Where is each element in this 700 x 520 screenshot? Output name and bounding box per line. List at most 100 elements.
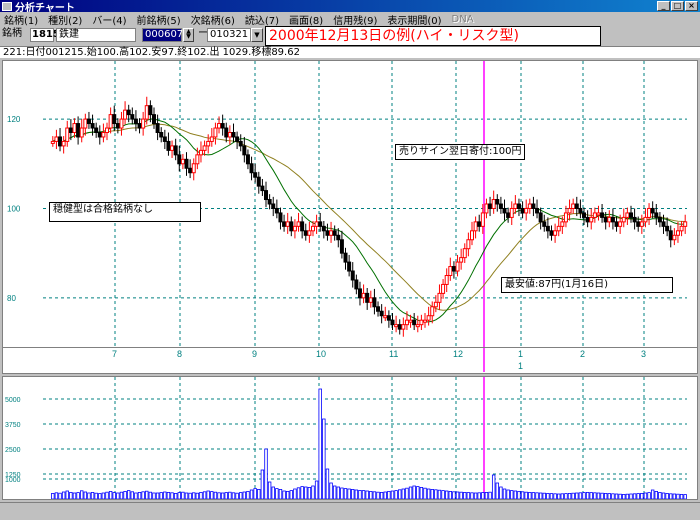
volume-chart-panel[interactable]: 5000 3750 2500 1250 1000 [2, 376, 698, 500]
volume-bar [524, 491, 528, 499]
menu-item-load[interactable]: 読込(7) [241, 12, 285, 27]
candle-body [227, 132, 232, 138]
volume-bar [304, 486, 308, 499]
candle-body [679, 225, 684, 232]
candle-body [477, 221, 482, 227]
candle-body [285, 221, 290, 227]
volume-bar [611, 493, 615, 499]
start-date-field[interactable]: 000607 [142, 28, 183, 42]
volume-bar [520, 491, 525, 499]
volume-bar [542, 492, 546, 499]
volume-bar [76, 492, 80, 499]
candle-body [86, 118, 91, 125]
volume-bar [184, 492, 189, 499]
volume-bar [459, 491, 463, 499]
volume-bar [390, 490, 395, 499]
candle-body [123, 109, 128, 120]
candle-body [112, 114, 117, 125]
volume-bar [163, 491, 167, 499]
candle-body [343, 252, 348, 263]
menu-item-stock[interactable]: 銘柄(1) [0, 12, 44, 27]
candle-body [249, 163, 254, 174]
candle-body [61, 140, 66, 147]
candle-body [217, 123, 222, 129]
volume-bar [210, 491, 214, 499]
volume-bar [560, 493, 565, 499]
volume-bar [170, 492, 174, 499]
chevron-down-icon[interactable]: ▼ [251, 28, 263, 42]
price-chart-panel[interactable]: 120 100 80 売りサイン翌日寄付:100円 穏健型は合格銘柄なし 最安値:8… [2, 60, 698, 348]
candle-body [231, 132, 236, 138]
volume-bar [488, 491, 492, 499]
volume-bar [90, 492, 95, 499]
candle-body [527, 203, 532, 209]
volume-bar [264, 448, 268, 499]
volume-bar [148, 491, 153, 499]
candle-body [516, 203, 521, 209]
volume-bar [235, 492, 239, 499]
candle-body [50, 140, 55, 144]
candle-body [665, 225, 670, 232]
volume-bar [220, 492, 225, 499]
volume-bar [54, 492, 59, 499]
volume-bar [101, 492, 106, 499]
volume-bar [275, 488, 279, 499]
candle-body [303, 230, 308, 236]
stock-name-field[interactable]: 鉄建 [56, 28, 136, 42]
end-date-field[interactable]: 010321 [207, 28, 251, 42]
candle-body [502, 207, 507, 214]
close-button[interactable]: × [685, 1, 698, 11]
candle-body [683, 221, 688, 227]
menu-item-display-period[interactable]: 表示期間(0) [383, 12, 447, 27]
volume-bar [65, 490, 69, 499]
volume-bar [394, 490, 398, 499]
price-tick-label: 80 [7, 294, 16, 303]
menu-item-prev-stock[interactable]: 前銘柄(5) [133, 12, 187, 27]
maximize-button[interactable]: □ [671, 1, 684, 11]
menu-item-screen[interactable]: 画面(8) [285, 12, 329, 27]
menu-item-next-stock[interactable]: 次銘柄(6) [187, 12, 241, 27]
candle-body [365, 292, 370, 303]
volume-bar [643, 492, 648, 499]
candle-body [195, 154, 200, 165]
candle-body [137, 123, 142, 129]
volume-bar [61, 491, 66, 499]
candle-body [166, 140, 171, 151]
volume-bar [582, 492, 586, 499]
volume-chart: 50003750250012501000 [5, 377, 687, 499]
candle-body [336, 234, 341, 241]
minimize-button[interactable]: _ [657, 1, 670, 11]
candle-body [184, 158, 189, 169]
menu-item-bar[interactable]: バー(4) [88, 12, 132, 27]
candle-body [643, 216, 648, 223]
stock-code-field[interactable]: 1815 [30, 28, 60, 42]
volume-bar [408, 486, 413, 499]
candle-body [433, 301, 438, 308]
candle-body [480, 212, 485, 227]
volume-bar [80, 490, 84, 499]
volume-bar [683, 494, 687, 499]
candle-body [329, 230, 334, 236]
date-spinner[interactable]: ▲ ▼ [183, 28, 194, 42]
candle-body [65, 127, 70, 142]
volume-bar [267, 481, 272, 499]
candle-body [628, 212, 633, 218]
volume-bar [589, 492, 593, 499]
candle-body [542, 221, 547, 227]
volume-bar [231, 492, 236, 499]
horizontal-scrollbar[interactable] [0, 502, 700, 520]
volume-bar [300, 486, 304, 499]
candle-body [173, 145, 178, 156]
candle-body [668, 230, 673, 241]
volume-bar [441, 490, 445, 499]
volume-bar [278, 489, 283, 499]
volume-bar [531, 492, 536, 499]
candle-body [639, 221, 644, 227]
candle-body [556, 225, 561, 232]
candle-body [180, 158, 185, 165]
volume-bar [347, 488, 351, 499]
menu-item-type[interactable]: 種別(2) [44, 12, 88, 27]
menu-item-margin[interactable]: 信用残(9) [329, 12, 383, 27]
candle-body [72, 123, 77, 133]
candle-body [549, 230, 554, 236]
